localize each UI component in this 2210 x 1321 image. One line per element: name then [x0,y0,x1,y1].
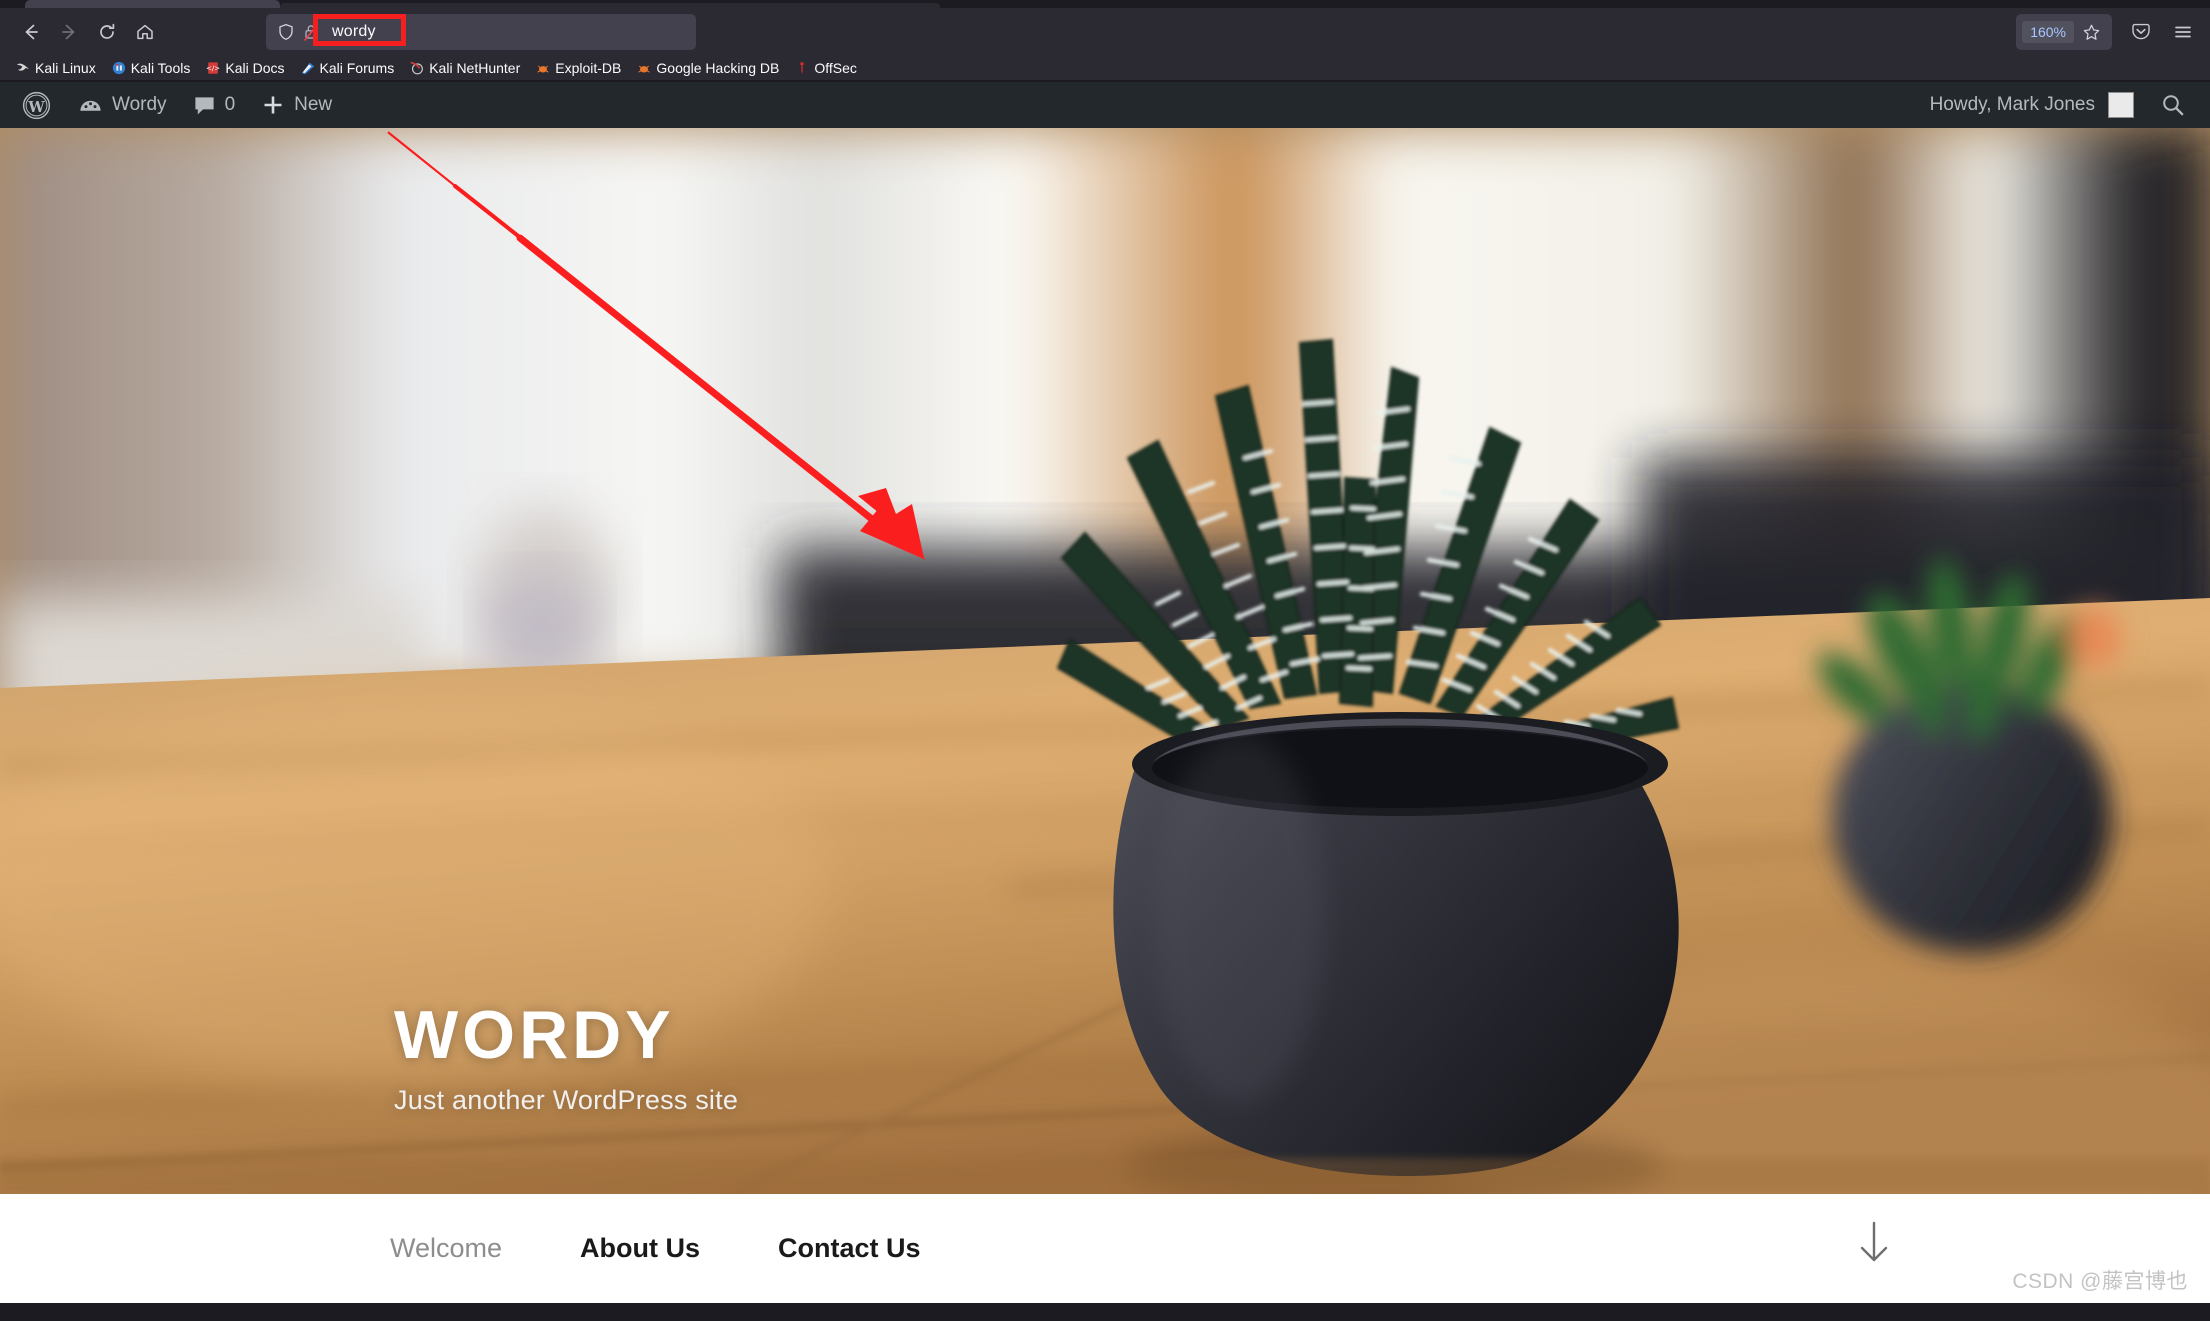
bookmark-kali-tools[interactable]: Kali Tools [106,58,199,78]
wordpress-logo-icon: W [22,91,51,119]
arrow-down-icon [1860,1221,1888,1262]
adminbar-site-name-label: Wordy [112,94,167,115]
bookmark-label: Kali Forums [319,60,395,76]
bookmark-label: OffSec [814,60,857,76]
arrow-right-icon [62,24,75,40]
nav-item-welcome[interactable]: Welcome [390,1233,540,1264]
bookmarks-bar: Kali Linux Kali Tools </> Kali Docs Kali… [0,56,2210,82]
home-button[interactable] [126,13,164,51]
site-tagline: Just another WordPress site [394,1085,739,1115]
kali-docs-icon: </> [206,62,220,74]
hero-header: WORDY Just another WordPress site [0,128,2210,1194]
dashboard-gauge-icon [80,100,101,111]
adminbar-comments-count: 0 [224,94,236,115]
scroll-down-button[interactable] [1852,1218,1896,1273]
avatar[interactable] [2108,92,2134,118]
address-bar-container[interactable]: wordy [266,14,696,50]
adminbar-new-content[interactable]: New [248,82,345,128]
back-button[interactable] [12,13,50,51]
site-navigation: Welcome About Us Contact Us [390,1233,959,1264]
toolbar-right-controls: 160% [2016,8,2202,56]
bookmark-label: Kali NetHunter [429,60,521,76]
bookmark-kali-nethunter[interactable]: Kali NetHunter [404,58,528,78]
site-title[interactable]: WORDY [394,999,738,1071]
application-menu-button[interactable] [2164,13,2202,51]
reload-button[interactable] [88,13,126,51]
svg-text:W: W [27,98,45,115]
adminbar-site-name[interactable]: Wordy [65,82,180,128]
adminbar-new-label: New [294,94,333,115]
star-icon [2083,24,2099,40]
lock-crossed-out-icon[interactable] [302,22,320,42]
kali-tools-icon [112,61,125,75]
comment-bubble-icon [194,96,214,114]
search-icon [2163,95,2184,116]
reload-icon [100,23,115,39]
exploit-db-icon [537,65,549,73]
bookmark-google-hacking-db[interactable]: Google Hacking DB [631,58,787,78]
bookmark-offsec[interactable]: OffSec [789,58,865,78]
hero-text-block: WORDY Just another WordPress site [394,999,739,1116]
svg-text:</>: </> [206,65,220,73]
pocket-icon [2132,23,2150,40]
offsec-icon [800,62,804,74]
forward-button[interactable] [50,13,88,51]
adminbar-howdy-label[interactable]: Howdy, Mark Jones [1930,94,2108,116]
bookmark-label: Google Hacking DB [656,60,780,76]
bookmark-exploit-db[interactable]: Exploit-DB [530,58,629,78]
adminbar-search-button[interactable] [2134,92,2200,118]
navigation-toolbar: wordy 160% [0,8,2210,56]
csdn-watermark: CSDN @藤宫博也 [2012,1270,2188,1293]
nav-item-contact-us[interactable]: Contact Us [778,1233,959,1264]
adminbar-wordpress-logo[interactable]: W [8,82,65,128]
browser-tab-active[interactable] [25,0,280,8]
bookmark-label: Kali Linux [35,60,96,76]
bookmark-label: Kali Docs [225,60,285,76]
zoom-level-indicator[interactable]: 160% [2022,21,2074,43]
site-navigation-bar: Welcome About Us Contact Us CSDN @藤宫博也 [0,1194,2210,1303]
adminbar-comments[interactable]: 0 [180,82,249,128]
wordpress-admin-bar: W Wordy 0 New Howdy, Mark Jones [0,82,2210,128]
shield-icon[interactable] [276,22,296,42]
kali-nethunter-icon [410,61,424,75]
bookmark-label: Kali Tools [130,60,191,76]
address-bar[interactable]: wordy [266,14,696,50]
kali-dragon-icon [16,63,30,71]
bookmark-label: Exploit-DB [555,60,622,76]
home-icon [137,24,153,40]
tab-strip [0,0,2210,8]
bookmark-kali-forums[interactable]: Kali Forums [295,58,403,78]
google-hacking-db-icon [638,65,650,73]
zoom-and-bookmark-group: 160% [2016,14,2112,50]
browser-chrome: wordy 160% Kali Linux Kali Tools </> Kal… [0,0,2210,82]
adminbar-right-group: Howdy, Mark Jones [1930,82,2200,128]
arrow-left-icon [25,24,38,40]
address-bar-text[interactable]: wordy [332,23,376,41]
hero-background-photo [0,128,2210,1194]
hamburger-menu-icon [2175,26,2191,38]
plus-icon [264,96,282,114]
save-to-pocket-button[interactable] [2122,13,2160,51]
bookmark-star-button[interactable] [2076,17,2106,47]
kali-forums-icon [301,62,314,75]
bookmark-kali-docs[interactable]: </> Kali Docs [200,58,292,78]
bookmark-kali-linux[interactable]: Kali Linux [10,58,104,78]
nav-item-about-us[interactable]: About Us [580,1233,738,1264]
